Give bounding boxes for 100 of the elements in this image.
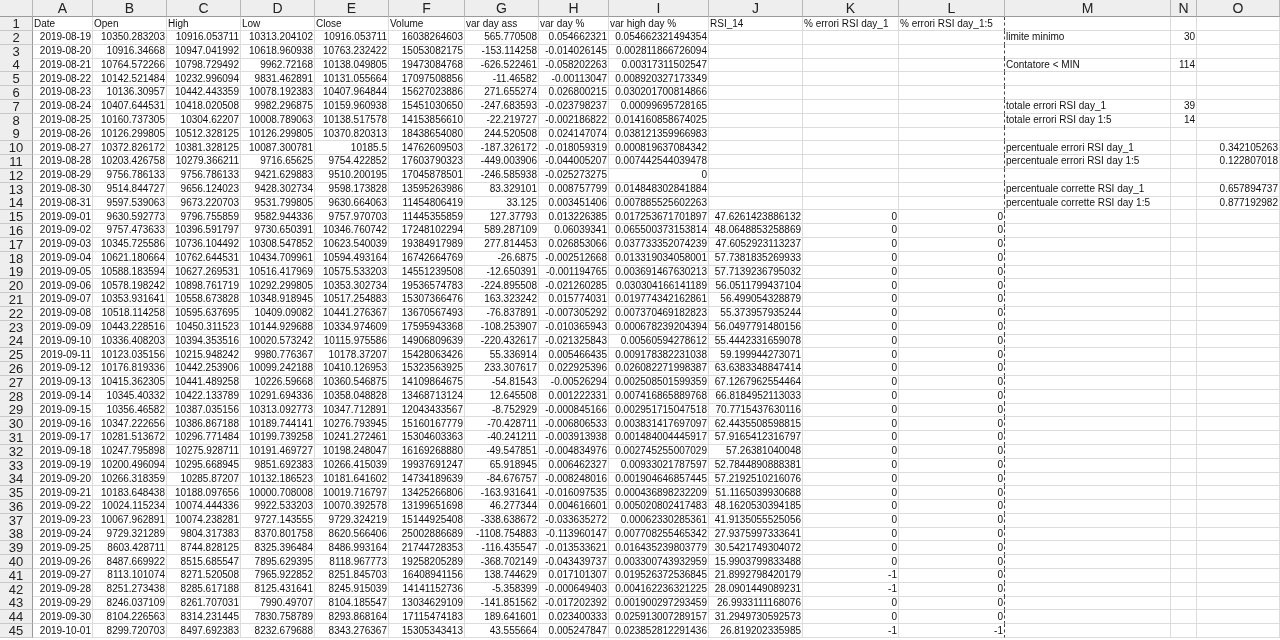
empty-cell[interactable] (899, 196, 1005, 211)
row-header[interactable]: 45 (0, 624, 33, 639)
table-cell: 55.373957935244 (709, 306, 803, 321)
row-header[interactable]: 5 (0, 72, 33, 87)
column-header[interactable]: M (1005, 0, 1171, 17)
table-cell: 2019-09-23 (33, 513, 93, 528)
empty-cell[interactable] (899, 99, 1005, 114)
row-header[interactable]: 10 (0, 141, 33, 156)
table-cell: 0.007885525602263 (609, 196, 709, 211)
table-cell: 14906809639 (389, 334, 465, 349)
column-header[interactable]: E (315, 0, 389, 17)
table-cell: 8744.828125 (167, 541, 241, 556)
row-header[interactable]: 43 (0, 596, 33, 611)
row-header[interactable]: 14 (0, 196, 33, 211)
row-header[interactable]: 30 (0, 417, 33, 432)
table-cell: -1 (899, 624, 1005, 639)
row-header[interactable]: 44 (0, 610, 33, 625)
row-header[interactable]: 20 (0, 279, 33, 294)
table-cell: 10898.761719 (167, 279, 241, 294)
table-cell: 19937691247 (389, 458, 465, 473)
empty-cell[interactable] (899, 58, 1005, 73)
row-header[interactable]: 25 (0, 348, 33, 363)
column-header[interactable]: I (609, 0, 709, 17)
table-cell: 2019-08-22 (33, 72, 93, 87)
empty-cell[interactable] (899, 127, 1005, 142)
row-header[interactable]: 29 (0, 403, 33, 418)
table-cell: 2019-09-18 (33, 444, 93, 459)
row-header[interactable]: 34 (0, 472, 33, 487)
empty-cell[interactable] (899, 30, 1005, 45)
row-header[interactable]: 24 (0, 334, 33, 349)
table-cell: -0.058202263 (539, 58, 609, 73)
table-cell: 14141152736 (389, 582, 465, 597)
select-all-corner[interactable] (0, 0, 33, 17)
empty-cell[interactable] (899, 168, 1005, 183)
column-header[interactable]: B (93, 0, 167, 17)
row-header[interactable]: 1 (0, 17, 33, 31)
table-cell: 10415.362305 (93, 375, 167, 390)
table-cell: 10181.641602 (315, 472, 389, 487)
table-cell: 10407.964844 (315, 86, 389, 100)
table-cell: 0 (899, 223, 1005, 238)
table-cell: 9514.844727 (93, 182, 167, 197)
table-cell: 10020.573242 (241, 334, 315, 349)
column-header[interactable]: A (33, 0, 93, 17)
column-header[interactable]: O (1197, 0, 1280, 17)
table-cell: 0.877192982 (1197, 196, 1280, 211)
row-header[interactable]: 40 (0, 555, 33, 570)
table-cell: 67.1267962554464 (709, 375, 803, 390)
row-header[interactable]: 15 (0, 210, 33, 225)
table-cell: 2019-09-29 (33, 596, 93, 611)
table-cell: 55.4442331659078 (709, 334, 803, 349)
table-cell: 589.287109 (465, 223, 539, 238)
table-cell: 10115.975586 (315, 334, 389, 349)
empty-cell[interactable] (899, 141, 1005, 156)
table-cell: 41.9135055525056 (709, 513, 803, 528)
table-cell: 10189.744141 (241, 417, 315, 432)
table-cell: 2019-09-11 (33, 348, 93, 363)
table-cell: 0 (803, 527, 899, 542)
table-cell: -1108.754883 (465, 527, 539, 542)
table-cell: 10410.126953 (315, 361, 389, 376)
column-header[interactable]: D (241, 0, 315, 17)
column-title: Close (315, 17, 389, 31)
column-title: Date (33, 17, 93, 31)
table-cell: 0 (899, 306, 1005, 321)
empty-cell[interactable] (899, 182, 1005, 197)
table-cell: 21744728353 (389, 541, 465, 556)
row-header[interactable]: 39 (0, 541, 33, 556)
table-cell: 8245.915039 (315, 582, 389, 597)
empty-cell[interactable] (899, 154, 1005, 169)
table-cell: 19384917989 (389, 237, 465, 252)
table-cell: 16038264603 (389, 30, 465, 45)
row-header[interactable]: 35 (0, 486, 33, 501)
table-cell: 13670567493 (389, 306, 465, 321)
row-header[interactable]: 4 (0, 58, 33, 73)
column-header[interactable]: L (899, 0, 1005, 17)
row-header[interactable]: 9 (0, 127, 33, 142)
column-header[interactable]: J (709, 0, 803, 17)
column-title: var high day % (609, 17, 709, 31)
row-header[interactable]: 19 (0, 265, 33, 280)
empty-cell[interactable] (899, 72, 1005, 87)
row-header[interactable]: 38 (0, 527, 33, 542)
column-header[interactable]: F (389, 0, 465, 17)
table-cell: 0 (803, 237, 899, 252)
column-header[interactable]: K (803, 0, 899, 17)
column-header[interactable]: N (1171, 0, 1197, 17)
table-cell: 10078.192383 (241, 86, 315, 100)
table-cell: 14734189639 (389, 472, 465, 487)
column-header[interactable]: C (167, 0, 241, 17)
table-cell: 2019-08-24 (33, 99, 93, 114)
column-header[interactable]: H (539, 0, 609, 17)
empty-cell[interactable] (899, 113, 1005, 128)
table-cell: 8497.692383 (167, 624, 241, 639)
table-cell: -108.253907 (465, 320, 539, 335)
table-cell: 0 (609, 168, 709, 183)
empty-cell[interactable] (899, 86, 1005, 100)
table-cell: 10000.708008 (241, 486, 315, 501)
table-cell: 0.019774342162861 (609, 292, 709, 307)
table-cell: 0.657894737 (1197, 182, 1280, 197)
table-cell: 0.004162236321225 (609, 582, 709, 597)
column-header[interactable]: G (465, 0, 539, 17)
empty-cell[interactable] (899, 44, 1005, 59)
